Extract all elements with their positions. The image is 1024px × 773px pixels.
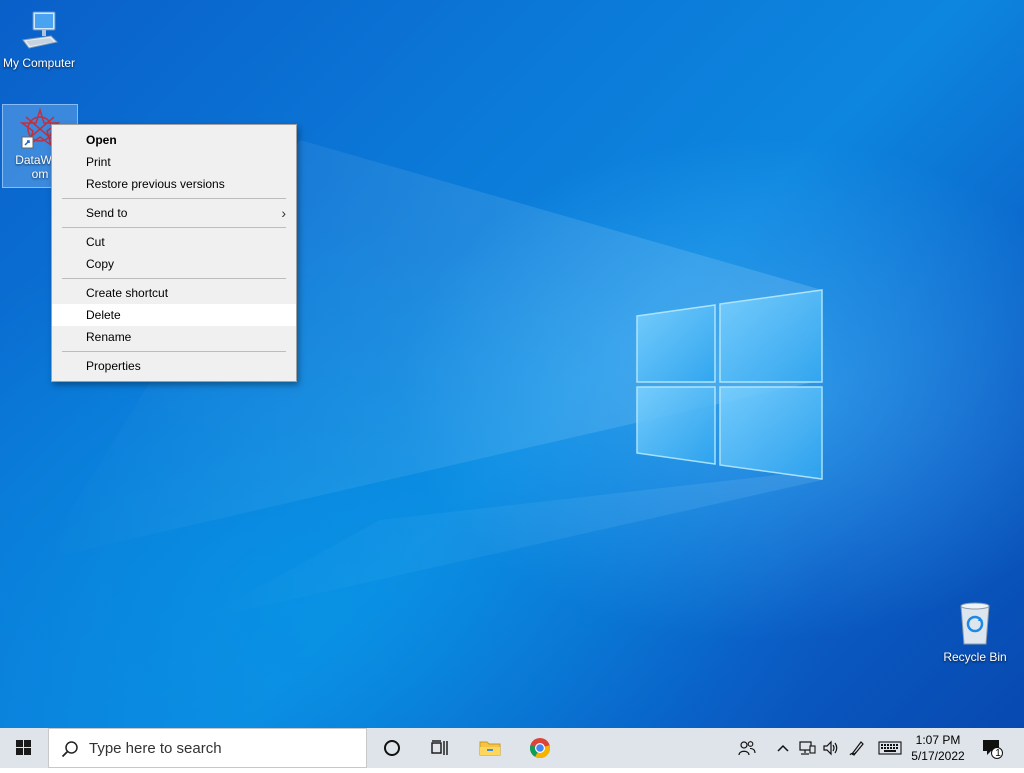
menu-separator	[62, 198, 286, 199]
chrome-icon	[529, 738, 551, 759]
people-icon	[738, 741, 756, 756]
menu-item-restore-previous-versions[interactable]: Restore previous versions	[52, 173, 296, 195]
desktop[interactable]: My Computer DataWag om Recycle Bin Open	[0, 0, 1024, 728]
network-button[interactable]	[796, 728, 818, 768]
file-explorer-button[interactable]	[466, 728, 514, 768]
menu-item-label: Print	[86, 155, 111, 169]
volume-icon	[823, 740, 838, 756]
menu-item-open[interactable]: Open	[52, 129, 296, 151]
task-view-button[interactable]	[416, 728, 464, 768]
chevron-right-icon: ›	[281, 205, 286, 221]
taskbar-clock[interactable]: 1:07 PM 5/17/2022	[908, 732, 968, 764]
notification-count-badge: 1	[995, 748, 1001, 759]
menu-item-label: Open	[86, 133, 117, 147]
menu-item-label: Properties	[86, 359, 141, 373]
action-center-button[interactable]: 1	[980, 728, 1004, 768]
menu-item-send-to[interactable]: Send to ›	[52, 202, 296, 224]
menu-item-label: Restore previous versions	[86, 177, 225, 191]
menu-item-label: Cut	[86, 235, 105, 249]
people-button[interactable]	[736, 728, 758, 768]
pen-workspace-button[interactable]	[846, 728, 868, 768]
menu-item-print[interactable]: Print	[52, 151, 296, 173]
taskbar: Type here to search 1:07 PM 5/17/2022 1	[0, 728, 1024, 768]
start-button[interactable]	[0, 728, 48, 768]
context-menu: Open Print Restore previous versions Sen…	[51, 124, 297, 382]
desktop-icon-label: Recycle Bin	[943, 650, 1007, 664]
file-explorer-icon	[479, 741, 501, 756]
volume-button[interactable]	[820, 728, 842, 768]
desktop-icon-recycle-bin[interactable]: Recycle Bin	[936, 602, 1014, 664]
menu-separator	[62, 227, 286, 228]
chrome-button[interactable]	[516, 728, 564, 768]
touch-keyboard-button[interactable]	[876, 728, 904, 768]
network-icon	[799, 741, 816, 755]
search-placeholder: Type here to search	[89, 740, 222, 757]
task-view-icon	[431, 740, 448, 755]
recycle-bin-icon	[960, 602, 990, 645]
computer-icon	[22, 11, 59, 49]
menu-separator	[62, 351, 286, 352]
menu-item-create-shortcut[interactable]: Create shortcut	[52, 282, 296, 304]
keyboard-icon	[878, 741, 902, 755]
menu-item-delete[interactable]: Delete	[52, 304, 296, 326]
desktop-icon-label: My Computer	[2, 56, 76, 70]
desktop-icon-my-computer[interactable]: My Computer	[0, 8, 78, 70]
cortana-icon	[384, 740, 400, 756]
pen-icon	[849, 741, 864, 756]
clock-date: 5/17/2022	[911, 749, 965, 763]
menu-item-label: Create shortcut	[86, 286, 169, 300]
menu-item-label: Delete	[86, 308, 121, 322]
chevron-up-icon	[777, 744, 789, 752]
menu-item-cut[interactable]: Cut	[52, 231, 296, 253]
menu-separator	[62, 278, 286, 279]
windows-start-icon	[16, 740, 31, 755]
menu-item-rename[interactable]: Rename	[52, 326, 296, 348]
menu-item-label: Rename	[86, 330, 132, 344]
clock-time: 1:07 PM	[915, 733, 961, 747]
search-icon	[61, 741, 78, 758]
menu-item-copy[interactable]: Copy	[52, 253, 296, 275]
menu-item-label: Copy	[86, 257, 115, 271]
taskbar-search-box[interactable]: Type here to search	[48, 728, 367, 768]
show-hidden-icons-button[interactable]	[774, 728, 792, 768]
cortana-button[interactable]	[368, 728, 416, 768]
menu-item-label: Send to	[86, 206, 128, 220]
menu-item-properties[interactable]: Properties	[52, 355, 296, 377]
